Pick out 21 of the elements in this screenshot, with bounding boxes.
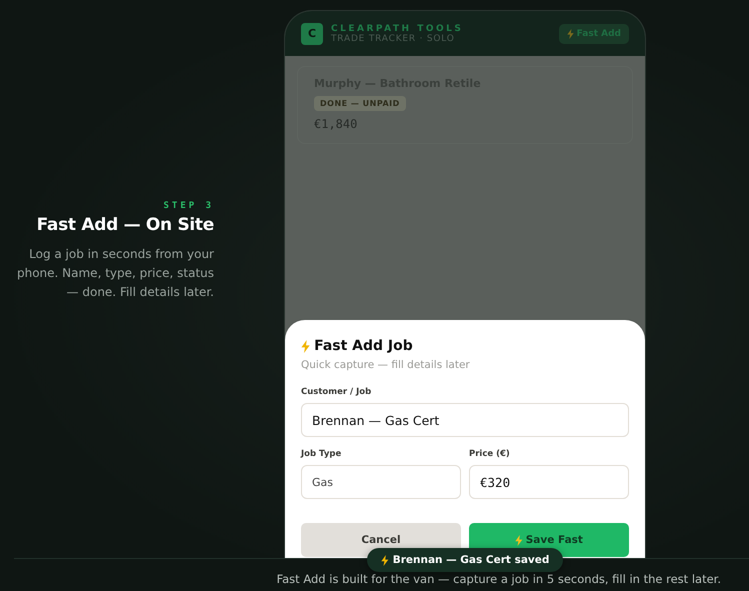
input-field[interactable]: Brennan — Gas Cert — [301, 403, 629, 437]
field-label: Job Type — [301, 449, 342, 459]
toast: Brennan — Gas Cert saved — [367, 548, 564, 572]
lightning-icon — [381, 554, 389, 566]
sheet-subtitle: Quick capture — fill details later — [301, 359, 471, 371]
status-tag: DONE — UNPAID — [314, 96, 406, 111]
lightning-icon — [566, 28, 574, 38]
step-label: STEP 3 — [163, 200, 214, 210]
input-field[interactable]: €320 — [469, 465, 629, 499]
lightning-icon — [301, 340, 310, 352]
lightning-icon — [515, 534, 523, 546]
section-title: Fast Add — On Site — [36, 214, 214, 234]
app-subtitle: TRADE TRACKER · SOLO — [331, 34, 456, 44]
input-field[interactable]: Gas — [301, 465, 461, 499]
field-label: Price (€) — [469, 449, 511, 459]
logo-icon: C — [301, 22, 323, 44]
brand-name: CLEARPATH TOOLS — [331, 24, 464, 34]
sheet-title: Fast Add Job — [314, 338, 413, 354]
section-description: Log a job in seconds from your phone. Name, type, price, status — done. Fill details later. — [16, 246, 214, 300]
footer-note: Fast Add is built for the van — capture a job in 5 seconds, fill in the rest later. — [276, 572, 721, 586]
field-label: Customer / Job — [301, 387, 372, 397]
